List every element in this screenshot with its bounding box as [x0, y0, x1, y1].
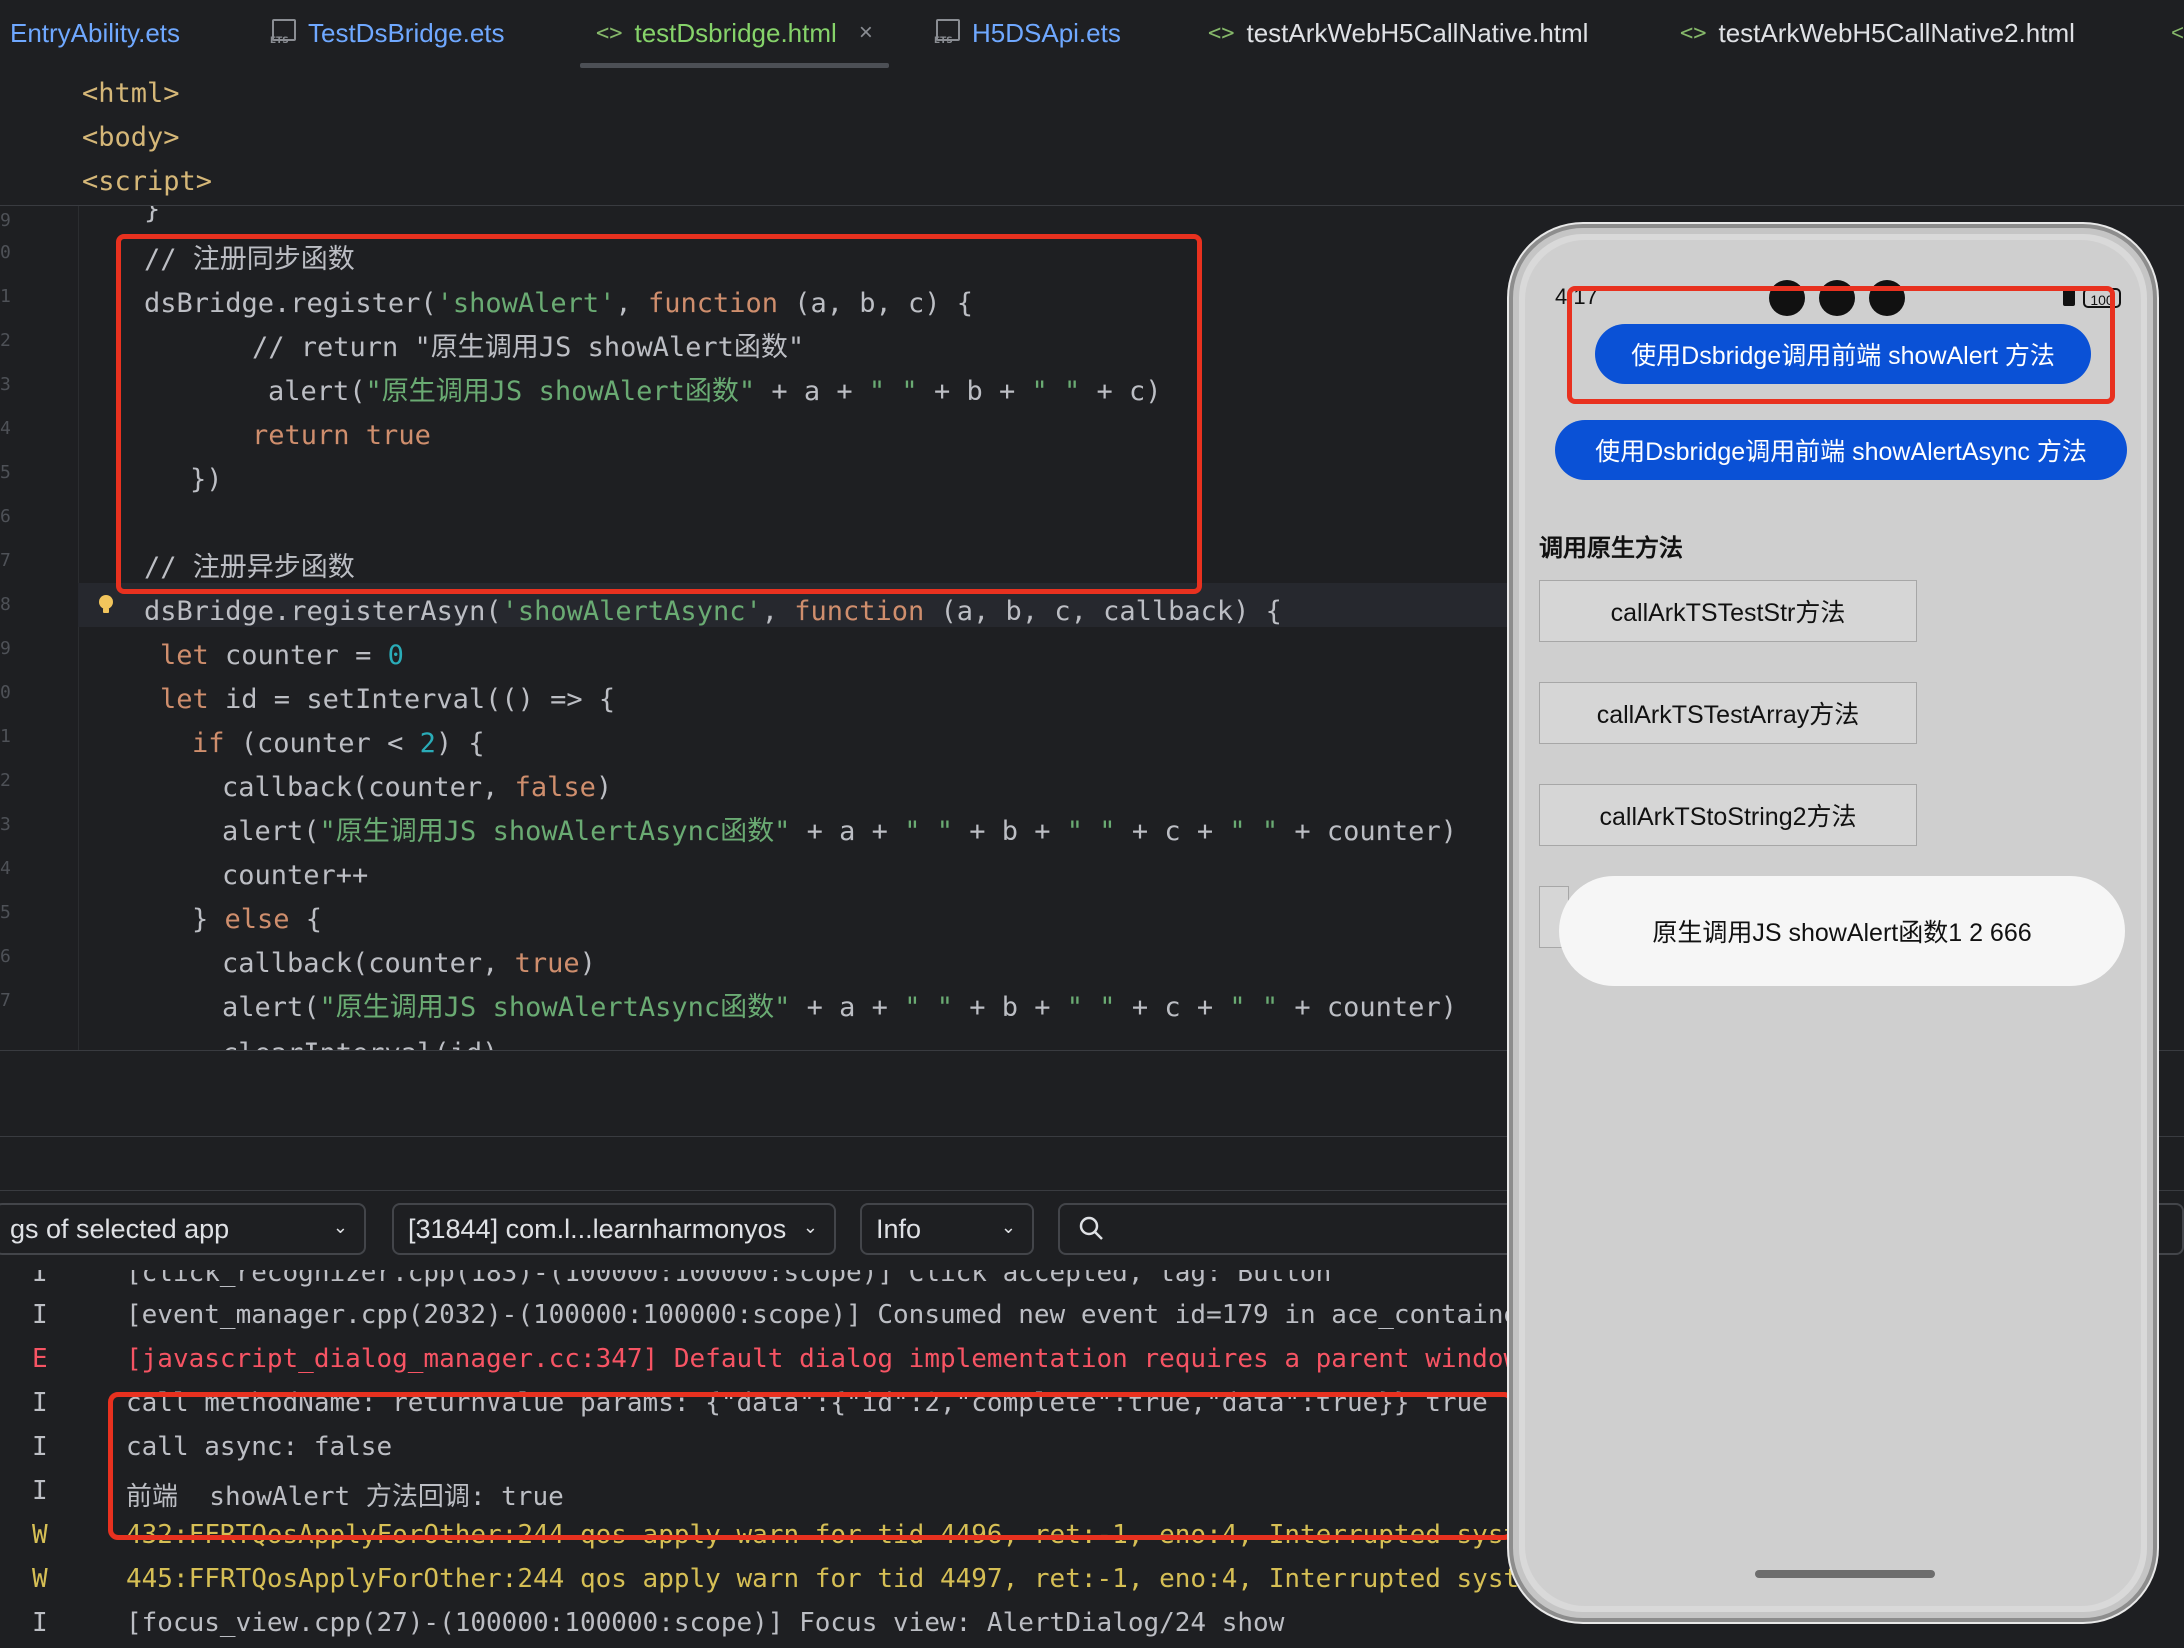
html-file-icon: <>: [596, 20, 623, 46]
tab-label: TestDsBridge.ets: [308, 17, 505, 48]
code-line: clearInterval(id): [222, 1032, 498, 1050]
line-number: 0: [0, 682, 11, 703]
code-line: <html>: [82, 78, 180, 109]
highlight-box-phone-button: [1567, 286, 2115, 404]
log-level: I: [32, 1300, 48, 1330]
log-level: W: [32, 1520, 48, 1550]
phone-emulator: 4:17 100 使用Dsbridge调用前端 showAlert 方法 使用D…: [1513, 228, 2153, 1618]
dropdown-value: Info: [876, 1213, 922, 1244]
chevron-down-icon: ⌄: [802, 1217, 818, 1237]
code-line-clipped: clearInterval(id): [222, 1032, 622, 1050]
log-level: W: [32, 1564, 48, 1594]
code-line: callback(counter, false): [222, 772, 613, 803]
process-dropdown[interactable]: [31844] com.l...learnharmonyos ⌄: [392, 1203, 836, 1255]
line-number: 3: [0, 814, 11, 835]
line-number: 2: [0, 330, 11, 351]
log-level: I: [32, 1608, 48, 1638]
code-line: counter++: [222, 860, 369, 891]
tab-testdsbridge-html[interactable]: <> testDsbridge.html ×: [580, 0, 889, 68]
log-level: I: [32, 1432, 48, 1462]
line-number: 0: [0, 242, 11, 263]
log-line: [click_recognizer.cpp(183)-(100000:10000…: [126, 1270, 1332, 1288]
line-number-gutter: 2 2 7 9 0 1 2 3 4 5 6 7 8 9 0 1 2 3 4 5 …: [0, 70, 79, 1050]
code-line: alert("原生调用JS showAlertAsync函数" + a + " …: [222, 992, 1457, 1023]
html-file-icon: <>: [1680, 20, 1707, 46]
search-icon: [1079, 1216, 1103, 1240]
highlight-box-sync-register: [116, 234, 1202, 594]
ets-file-icon: [934, 19, 960, 47]
native-methods-title: 调用原生方法: [1539, 535, 1683, 562]
log-scope-dropdown[interactable]: gs of selected app ⌄: [0, 1203, 366, 1255]
line-number: 1: [0, 286, 11, 307]
chevron-down-icon: ⌄: [332, 1217, 348, 1237]
line-number: 6: [0, 506, 11, 527]
tab-testarkwebh5callnative[interactable]: <> testArkWebH5CallNative.html: [1208, 0, 1588, 66]
chevron-down-icon: ⌄: [1000, 1217, 1016, 1237]
ets-file-icon: [270, 19, 296, 47]
line-number: 8: [0, 594, 11, 615]
tab-label: testDsbridge.html: [634, 17, 837, 48]
line-number: 1: [0, 726, 11, 747]
call-arkts-teststr-button[interactable]: callArkTSTestStr方法: [1539, 580, 1917, 642]
dropdown-value: gs of selected app: [10, 1213, 230, 1244]
line-number: 9: [0, 638, 11, 659]
log-line: 445:FFRTQosApplyForOther:244 qos apply w…: [126, 1564, 1551, 1594]
call-arkts-tostring2-button[interactable]: callArkTStoString2方法: [1539, 784, 1917, 846]
tab-label: EntryAbility.ets: [10, 17, 181, 48]
tab-entryability[interactable]: EntryAbility.ets: [10, 0, 180, 66]
call-arkts-testarray-button[interactable]: callArkTSTestArray方法: [1539, 682, 1917, 744]
log-level-dropdown[interactable]: Info ⌄: [860, 1203, 1034, 1255]
line-number: 7: [0, 550, 11, 571]
log-level: I: [32, 1270, 48, 1288]
line-number: 4: [0, 418, 11, 439]
highlight-box-log-callback: [108, 1392, 1514, 1540]
show-alert-async-button[interactable]: 使用Dsbridge调用前端 showAlertAsync 方法: [1555, 420, 2127, 480]
log-level: I: [32, 1476, 48, 1506]
tab-h5dsapi[interactable]: H5DSApi.ets: [934, 0, 1121, 66]
code-line: let counter = 0: [160, 640, 404, 671]
code-line: dsBridge.registerAsyn('showAlertAsync', …: [144, 596, 1282, 627]
tab-overflow-icon[interactable]: <: [2171, 20, 2184, 46]
line-number: 9: [0, 210, 11, 231]
code-line: alert("原生调用JS showAlertAsync函数" + a + " …: [222, 816, 1457, 847]
html-file-icon: <>: [1208, 20, 1235, 46]
log-line: [focus_view.cpp(27)-(100000:100000:scope…: [126, 1608, 1285, 1638]
dropdown-value: [31844] com.l...learnharmonyos: [408, 1213, 787, 1244]
lightbulb-icon[interactable]: [96, 594, 116, 614]
tab-label: testArkWebH5CallNative.html: [1246, 17, 1589, 48]
log-line: [event_manager.cpp(2032)-(100000:100000:…: [126, 1300, 1535, 1330]
editor-tab-bar: EntryAbility.ets TestDsBridge.ets <> tes…: [0, 0, 2184, 71]
log-level: E: [32, 1344, 48, 1374]
alert-toast: 原生调用JS showAlert函数1 2 666: [1559, 876, 2125, 986]
sticky-scope-header: <html> <body> <script>: [0, 70, 2184, 206]
line-number: 3: [0, 374, 11, 395]
line-number: 5: [0, 462, 11, 483]
phone-screen: 4:17 100 使用Dsbridge调用前端 showAlert 方法 使用D…: [1525, 240, 2141, 1606]
close-icon[interactable]: ×: [859, 19, 873, 47]
line-number: 4: [0, 858, 11, 879]
code-line: <script>: [82, 166, 213, 197]
code-line: let id = setInterval(() => {: [160, 684, 616, 715]
code-line: if (counter < 2) {: [192, 728, 485, 759]
code-line: } else {: [192, 904, 323, 935]
code-line: callback(counter, true): [222, 948, 596, 979]
line-number: 6: [0, 946, 11, 967]
line-number: 7: [0, 990, 11, 1011]
home-indicator[interactable]: [1755, 1570, 1935, 1578]
tab-testarkwebh5callnative2[interactable]: <> testArkWebH5CallNative2.html: [1680, 0, 2075, 66]
line-number: 2: [0, 770, 11, 791]
tab-label: H5DSApi.ets: [972, 17, 1121, 48]
tab-testdsbridge-ets[interactable]: TestDsBridge.ets: [270, 0, 505, 66]
log-level: I: [32, 1388, 48, 1418]
line-number: 5: [0, 902, 11, 923]
code-line: <body>: [82, 122, 180, 153]
tab-label: testArkWebH5CallNative2.html: [1718, 17, 2075, 48]
log-line: [javascript_dialog_manager.cc:347] Defau…: [126, 1344, 1520, 1374]
